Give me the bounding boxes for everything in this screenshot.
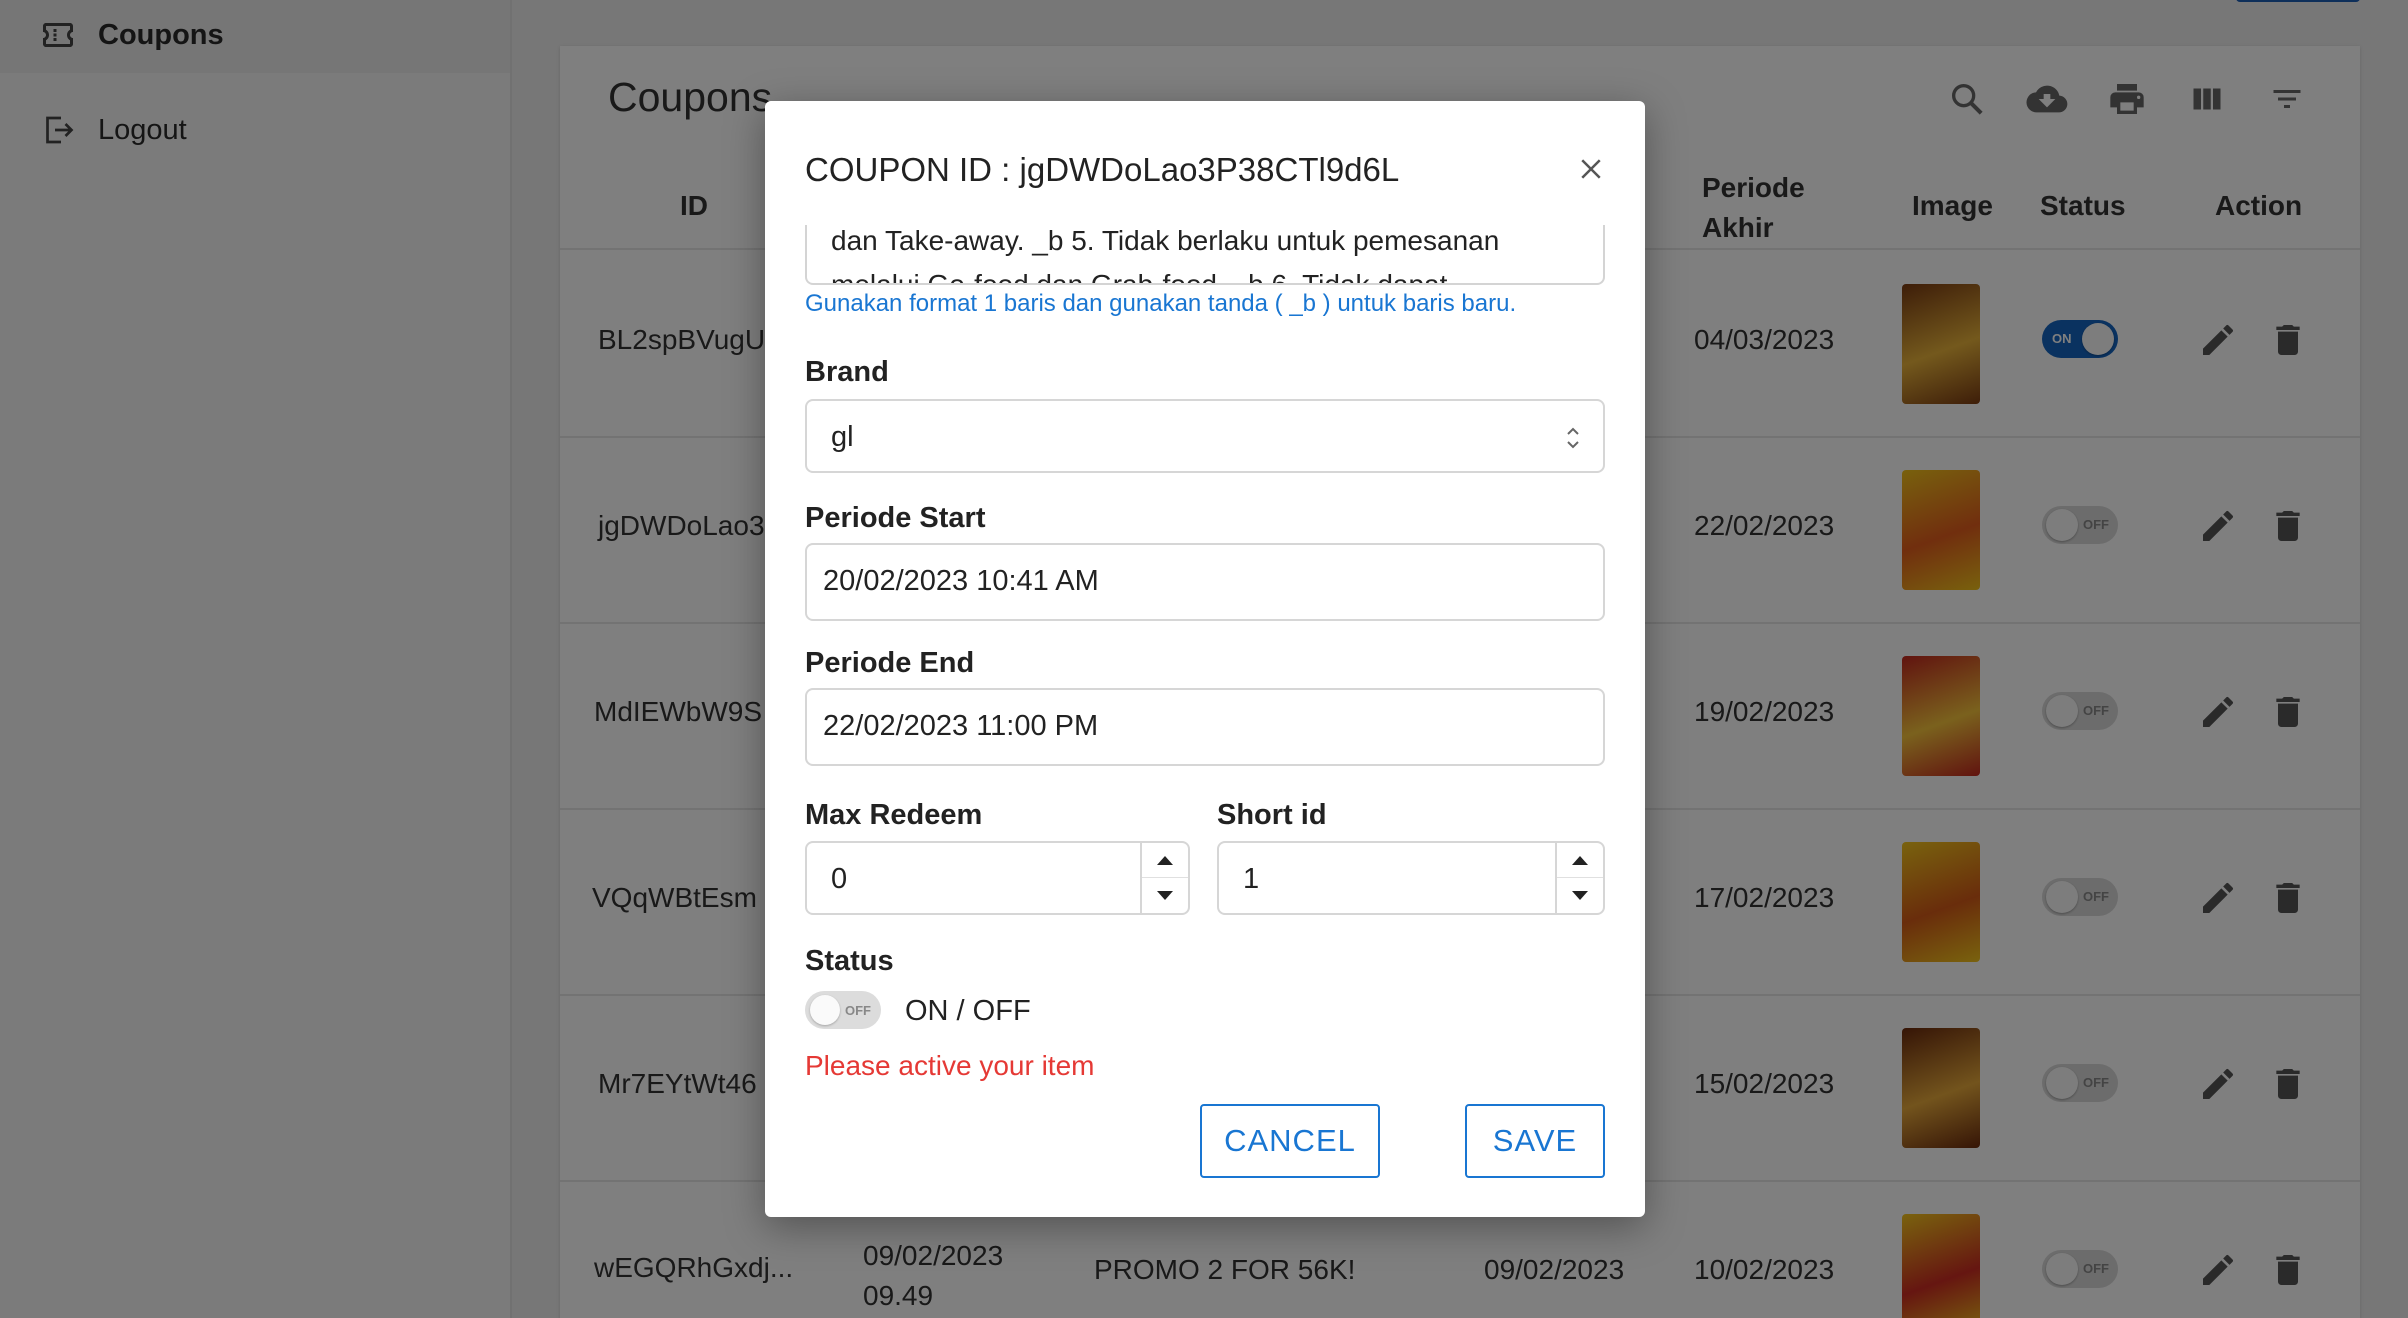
max-redeem-spinner — [1140, 843, 1188, 913]
status-toggle-label: ON / OFF — [905, 995, 1031, 1027]
select-arrows-icon — [1567, 427, 1579, 449]
description-line: melalui Go-food dan Grab-food. _b 6. Tid… — [831, 269, 1448, 285]
periode-start-value: 20/02/2023 10:41 AM — [823, 565, 1099, 597]
caret-up-icon — [1157, 856, 1173, 865]
periode-end-value: 22/02/2023 11:00 PM — [823, 710, 1099, 742]
caret-down-icon — [1572, 890, 1588, 900]
brand-label: Brand — [805, 356, 889, 388]
brand-select[interactable]: gl — [805, 399, 1605, 473]
dialog-title: COUPON ID : jgDWDoLao3P38CTl9d6L — [805, 151, 1400, 188]
toggle-knob — [810, 995, 840, 1025]
brand-value: gl — [831, 421, 854, 453]
periode-start-input[interactable]: 20/02/2023 10:41 AM — [805, 543, 1605, 621]
status-error-message: Please active your item — [805, 1050, 1095, 1081]
max-redeem-value: 0 — [831, 863, 848, 895]
decrement-button[interactable] — [1557, 878, 1603, 913]
edit-coupon-dialog: COUPON ID : jgDWDoLao3P38CTl9d6L dan Tak… — [765, 101, 1645, 1217]
short-id-spinner — [1555, 843, 1603, 913]
status-label: Status — [805, 945, 894, 977]
periode-start-label: Periode Start — [805, 502, 986, 534]
close-button[interactable] — [1571, 149, 1611, 189]
increment-button[interactable] — [1142, 843, 1188, 878]
description-hint: Gunakan format 1 baris dan gunakan tanda… — [805, 290, 1517, 317]
max-redeem-input[interactable]: 0 — [805, 841, 1190, 915]
short-id-value: 1 — [1243, 863, 1260, 895]
status-toggle[interactable]: OFF — [805, 991, 881, 1029]
increment-button[interactable] — [1557, 843, 1603, 878]
decrement-button[interactable] — [1142, 878, 1188, 913]
short-id-label: Short id — [1217, 799, 1327, 831]
save-button[interactable]: SAVE — [1465, 1104, 1605, 1178]
max-redeem-label: Max Redeem — [805, 799, 983, 831]
toggle-text: OFF — [845, 1003, 871, 1018]
description-line: dan Take-away. _b 5. Tidak berlaku untuk… — [831, 225, 1500, 256]
periode-end-label: Periode End — [805, 647, 975, 679]
cancel-button[interactable]: CANCEL — [1200, 1104, 1380, 1178]
short-id-input[interactable]: 1 — [1217, 841, 1605, 915]
caret-up-icon — [1572, 856, 1588, 865]
close-icon — [1581, 159, 1601, 179]
caret-down-icon — [1157, 890, 1173, 900]
description-textarea[interactable]: dan Take-away. _b 5. Tidak berlaku untuk… — [805, 225, 1605, 285]
periode-end-input[interactable]: 22/02/2023 11:00 PM — [805, 688, 1605, 766]
